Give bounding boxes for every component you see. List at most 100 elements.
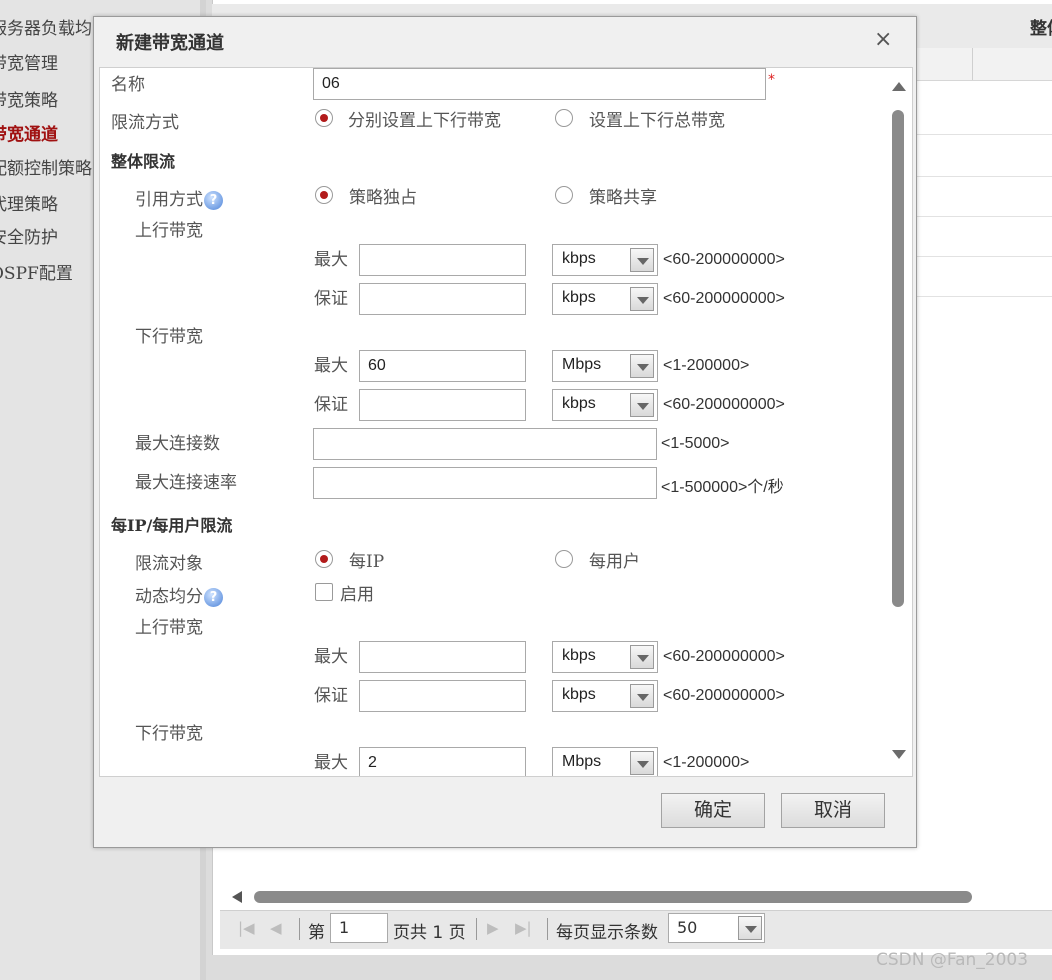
overall-upstream-label: 上行带宽 — [135, 221, 203, 241]
scroll-left-arrow-icon[interactable] — [232, 891, 242, 903]
per-ip-up-guarantee-input[interactable] — [359, 680, 526, 712]
page-number-input[interactable]: 1 — [330, 913, 388, 943]
overall-up-guarantee-unit-select[interactable]: kbps — [552, 283, 658, 315]
help-icon[interactable]: ? — [204, 588, 223, 607]
overall-up-max-unit-select[interactable]: kbps — [552, 244, 658, 276]
horizontal-scrollbar-thumb[interactable] — [254, 891, 972, 903]
unit-value: kbps — [562, 395, 596, 412]
dropdown-button[interactable] — [630, 354, 654, 378]
per-ip-down-max-range: <1-200000> — [663, 754, 750, 771]
last-page-icon[interactable]: ▶| — [515, 919, 532, 937]
overall-down-guarantee-unit-select[interactable]: kbps — [552, 389, 658, 421]
chevron-down-icon — [745, 926, 757, 933]
chevron-down-icon — [637, 364, 649, 371]
overall-down-max-label: 最大 — [314, 356, 348, 376]
dynamic-split-enable-label: 启用 — [340, 585, 374, 605]
ref-mode-label-text: 引用方式 — [135, 190, 203, 210]
dynamic-split-checkbox[interactable] — [315, 583, 333, 601]
dropdown-button[interactable] — [630, 751, 654, 775]
per-ip-down-max-label: 最大 — [314, 753, 348, 773]
limit-target-label: 限流对象 — [135, 554, 203, 574]
unit-value: kbps — [562, 289, 596, 306]
unit-value: Mbps — [562, 356, 602, 373]
cancel-button[interactable]: 取消 — [781, 793, 885, 828]
pager-page-suffix: 页共 1 页 — [393, 923, 466, 943]
per-ip-up-max-unit-select[interactable]: kbps — [552, 641, 658, 673]
sidebar-item-proxy-policy[interactable]: 代理策略 — [0, 190, 58, 215]
table-header-text: 整体 — [1030, 19, 1052, 39]
max-conn-rate-label: 最大连接速率 — [135, 473, 237, 493]
overall-down-max-unit-select[interactable]: Mbps — [552, 350, 658, 382]
dropdown-button[interactable] — [630, 393, 654, 417]
dropdown-button[interactable] — [630, 645, 654, 669]
unit-value: kbps — [562, 686, 596, 703]
radio-separate-bandwidth[interactable] — [315, 109, 333, 127]
column-divider — [972, 48, 973, 80]
radio-per-ip[interactable] — [315, 550, 333, 568]
per-ip-up-max-input[interactable] — [359, 641, 526, 673]
ref-mode-label: 引用方式? — [135, 185, 223, 210]
name-label: 名称 — [111, 75, 145, 95]
section-overall-limit: 整体限流 — [111, 152, 176, 171]
chevron-down-icon — [637, 297, 649, 304]
sidebar-item-bandwidth-channel[interactable]: 带宽通道 — [0, 120, 58, 145]
per-ip-up-guarantee-range: <60-200000000> — [663, 687, 785, 704]
option-policy-shared: 策略共享 — [589, 188, 657, 208]
per-ip-down-max-input[interactable]: 2 — [359, 747, 526, 776]
per-ip-up-guarantee-label: 保证 — [314, 686, 348, 706]
scroll-up-arrow-icon[interactable] — [892, 82, 906, 91]
name-input[interactable]: 06 — [313, 68, 766, 100]
ok-button[interactable]: 确定 — [661, 793, 765, 828]
vertical-scrollbar-thumb[interactable] — [892, 110, 904, 607]
chevron-down-icon — [637, 403, 649, 410]
dropdown-button[interactable] — [630, 248, 654, 272]
option-total-bandwidth: 设置上下行总带宽 — [589, 111, 725, 131]
dropdown-button[interactable] — [630, 684, 654, 708]
per-ip-up-max-range: <60-200000000> — [663, 648, 785, 665]
overall-down-max-input[interactable]: 60 — [359, 350, 526, 382]
overall-down-guarantee-label: 保证 — [314, 395, 348, 415]
first-page-icon[interactable]: |◀ — [238, 919, 255, 937]
sidebar-item-bandwidth-policy[interactable]: 带宽策略 — [0, 86, 58, 111]
sidebar-item-ospf[interactable]: OSPF配置 — [0, 259, 73, 284]
overall-up-max-range: <60-200000000> — [663, 251, 785, 268]
max-conn-rate-range: <1-500000>个/秒 — [661, 479, 784, 496]
close-icon[interactable]: × — [874, 27, 892, 52]
chevron-down-icon — [637, 694, 649, 701]
help-icon[interactable]: ? — [204, 191, 223, 210]
max-conn-rate-input[interactable] — [313, 467, 657, 499]
per-ip-up-guarantee-unit-select[interactable]: kbps — [552, 680, 658, 712]
dialog-title: 新建带宽通道 — [116, 33, 224, 54]
radio-per-user[interactable] — [555, 550, 573, 568]
prev-page-icon[interactable]: ◀ — [270, 919, 282, 937]
unit-value: kbps — [562, 250, 596, 267]
overall-up-guarantee-range: <60-200000000> — [663, 290, 785, 307]
pager-separator — [299, 918, 300, 940]
max-conn-input[interactable] — [313, 428, 657, 460]
radio-policy-shared[interactable] — [555, 186, 573, 204]
radio-total-bandwidth[interactable] — [555, 109, 573, 127]
limit-mode-label: 限流方式 — [111, 113, 179, 133]
radio-policy-exclusive[interactable] — [315, 186, 333, 204]
sidebar-item-bandwidth-mgmt[interactable]: 带宽管理 — [0, 49, 58, 74]
overall-up-guarantee-input[interactable] — [359, 283, 526, 315]
overall-down-guarantee-input[interactable] — [359, 389, 526, 421]
next-page-icon[interactable]: ▶ — [487, 919, 499, 937]
sidebar-item-server-lb[interactable]: 服务器负载均 — [0, 14, 92, 39]
overall-up-max-input[interactable] — [359, 244, 526, 276]
new-bandwidth-channel-dialog: 新建带宽通道 × 名称 06 * 限流方式 分别设置上下行带宽 设置上下行总带宽… — [93, 16, 917, 848]
dynamic-split-label: 动态均分? — [135, 582, 223, 607]
sidebar-item-security[interactable]: 安全防护 — [0, 223, 58, 248]
per-page-dropdown-button[interactable] — [738, 916, 762, 940]
watermark: CSDN @Fan_2003 — [876, 950, 1029, 970]
overall-down-guarantee-range: <60-200000000> — [663, 396, 785, 413]
scroll-down-arrow-icon[interactable] — [892, 750, 906, 759]
option-per-user: 每用户 — [589, 552, 640, 572]
dropdown-button[interactable] — [630, 287, 654, 311]
required-mark: * — [768, 72, 775, 88]
pager-page-prefix: 第 — [308, 923, 325, 943]
sidebar-item-quota-policy[interactable]: 配额控制策略 — [0, 154, 92, 179]
per-ip-down-max-unit-select[interactable]: Mbps — [552, 747, 658, 776]
chevron-down-icon — [637, 258, 649, 265]
unit-value: kbps — [562, 647, 596, 664]
